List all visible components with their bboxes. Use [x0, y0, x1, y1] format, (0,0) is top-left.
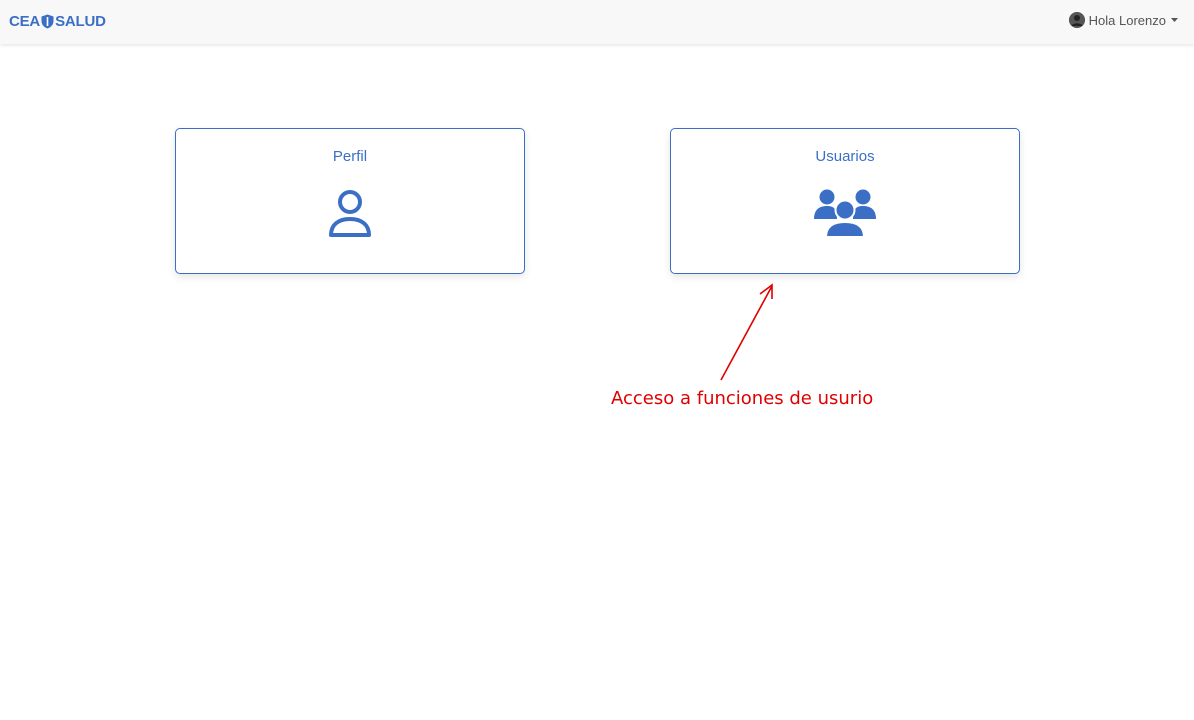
annotation-label: Acceso a funciones de usurio — [611, 388, 874, 409]
annotation-arrow — [720, 283, 773, 381]
